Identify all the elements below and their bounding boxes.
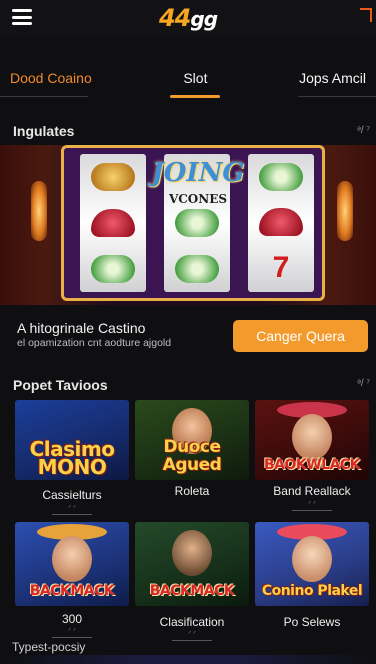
game-art-title: Conino Plakel (261, 583, 363, 599)
coin-symbol-icon (175, 255, 219, 283)
coin-symbol-icon (259, 162, 303, 191)
promo-subtitle: el opamization cnt aodture ajgold (17, 337, 172, 349)
tab-divider (0, 96, 88, 97)
lamp-decoration (337, 181, 353, 241)
game-card[interactable]: BACKMACK (15, 522, 129, 606)
logo-text: 44 (158, 4, 191, 32)
seven-symbol-icon: 7 (272, 251, 290, 285)
promo-title: A hitogrinale Castino (17, 320, 146, 336)
corner-icon[interactable] (360, 8, 372, 22)
game-art-title: BAOKWLACK (263, 457, 361, 473)
hamburger-menu-icon[interactable] (12, 9, 32, 25)
game-art-title: Clasimo MONO (29, 437, 115, 479)
tab-divider (298, 96, 376, 97)
category-tabs: Dood Coaino Slot Jops Amcil (0, 58, 376, 98)
featured-heading: Ingulates (13, 123, 75, 139)
game-label[interactable]: Band Reallack (255, 484, 369, 498)
character-portrait (292, 414, 332, 460)
game-art-title: BACKMACK (149, 583, 235, 599)
game-label[interactable]: Cassielturs (15, 488, 129, 502)
tab-slot[interactable]: Slot (179, 64, 211, 92)
game-label[interactable]: Po Selews (255, 615, 369, 629)
reel-left (80, 154, 146, 292)
slot-symbol-icon (91, 163, 135, 191)
game-card[interactable]: BACKMACK (135, 522, 249, 606)
popular-more-link[interactable]: ᵊ/ ⁷ (357, 378, 370, 389)
popular-heading: Popet Tavioos (13, 377, 108, 393)
game-art-title: Duoce Agued (162, 437, 222, 475)
logo-accent-text: gg (190, 7, 218, 31)
character-portrait (52, 536, 92, 582)
reel-right: 7 (248, 154, 314, 292)
game-art-title: BACKMACK (29, 583, 115, 599)
game-label[interactable]: Clasification (135, 615, 249, 629)
game-label[interactable]: Roleta (135, 484, 249, 498)
game-card[interactable]: Duoce Agued (135, 400, 249, 480)
game-meta: ᐟ ᐟ (15, 504, 129, 515)
game-card[interactable]: Conino Plakel (255, 522, 369, 606)
character-portrait (292, 536, 332, 582)
top-bar: 44gg (0, 0, 376, 36)
tab-jops-amcil[interactable]: Jops Amcil (295, 64, 370, 92)
game-meta: ᐟ ᐟ (255, 500, 369, 511)
lamp-decoration (31, 181, 47, 241)
game-meta: ᐟ ᐟ (135, 630, 249, 641)
tab-dood-coaino[interactable]: Dood Coaino (6, 64, 96, 92)
game-card[interactable]: BAOKWLACK (255, 400, 369, 480)
character-portrait (172, 530, 212, 576)
brand-logo[interactable]: 44gg (158, 4, 218, 32)
game-label[interactable]: 300 (15, 612, 129, 626)
section-heading-bottom: Typest-pocsiy (12, 640, 86, 654)
game-card[interactable]: Clasimo MONO (15, 400, 129, 480)
coin-symbol-icon (91, 255, 135, 283)
game-meta: ᐟ ᐟ (15, 627, 129, 638)
featured-slot-banner[interactable]: 7 JOING VCONES (0, 145, 376, 305)
lips-symbol-icon (259, 207, 303, 236)
coin-symbol-icon (175, 209, 219, 237)
lips-symbol-icon (91, 209, 135, 237)
cta-button[interactable]: Canger Quera (233, 320, 368, 352)
slot-machine: 7 JOING VCONES (61, 145, 325, 301)
slot-machine-title: JOING (151, 158, 245, 188)
slot-machine-subtitle: VCONES (168, 192, 228, 206)
featured-more-link[interactable]: ᵊ/ ⁷ (357, 125, 370, 136)
bottom-strip (0, 655, 376, 664)
